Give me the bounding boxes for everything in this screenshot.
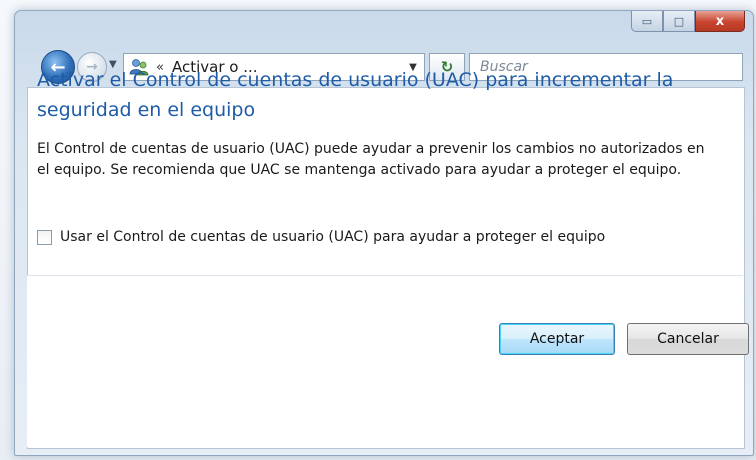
page-title: Activar el Control de cuentas de usuario…	[37, 69, 674, 121]
close-button[interactable]: x	[695, 11, 745, 32]
uac-checkbox[interactable]	[37, 229, 52, 245]
maximize-button[interactable]: □	[663, 11, 695, 32]
ok-button[interactable]: Aceptar	[499, 323, 615, 355]
dialog-footer	[27, 276, 743, 447]
cancel-button[interactable]: Cancelar	[627, 323, 749, 355]
minimize-button[interactable]: ▭	[631, 11, 663, 32]
desktop-background: ▭ □ x ← → ▼ « Activar o ... ▼ ↻ Buscar A…	[0, 0, 756, 460]
close-icon: x	[715, 13, 725, 29]
minimize-icon: ▭	[641, 14, 653, 28]
uac-checkbox-row[interactable]: Usar el Control de cuentas de usuario (U…	[37, 229, 605, 245]
description-text: El Control de cuentas de usuario (UAC) p…	[37, 141, 705, 178]
footer-divider	[27, 275, 743, 276]
caption-buttons: ▭ □ x	[631, 11, 745, 32]
maximize-icon: □	[673, 14, 685, 28]
uac-checkbox-label[interactable]: Usar el Control de cuentas de usuario (U…	[60, 229, 605, 245]
explorer-window: ▭ □ x ← → ▼ « Activar o ... ▼ ↻ Buscar A…	[14, 10, 754, 456]
